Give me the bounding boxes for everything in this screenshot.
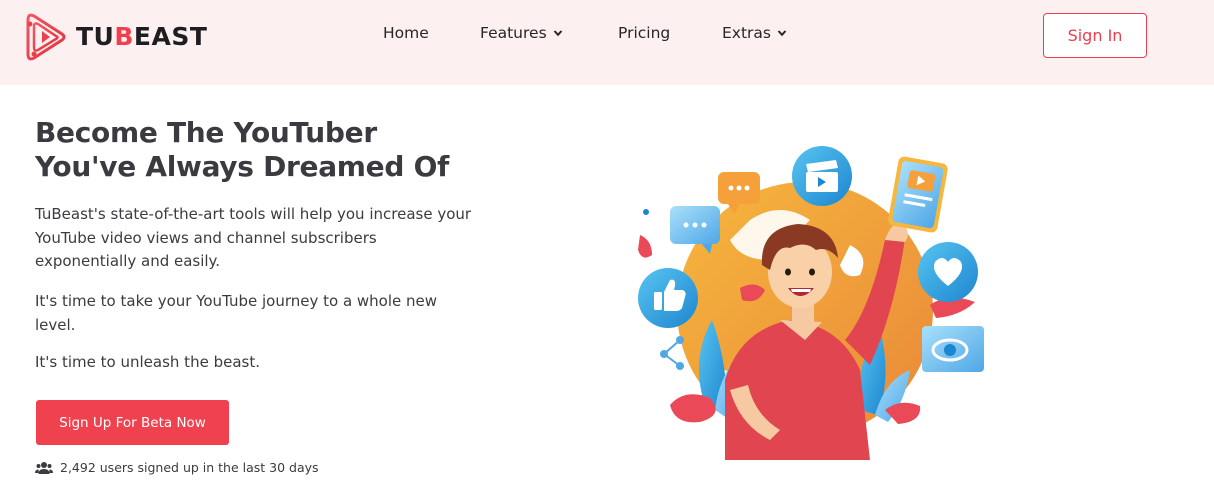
users-icon <box>35 461 53 474</box>
nav-extras[interactable]: Extras <box>722 24 787 42</box>
nav-home-label: Home <box>383 24 429 42</box>
hero-title: Become The YouTuber You've Always Dreame… <box>35 116 505 184</box>
video-clapper-icon <box>792 146 852 206</box>
hero-paragraph-1: TuBeast's state-of-the-art tools will he… <box>35 205 472 270</box>
hero-title-line2: You've Always Dreamed Of <box>35 150 449 183</box>
hero-paragraph-3: It's time to unleash the beast. <box>35 353 260 371</box>
sign-in-button[interactable]: Sign In <box>1043 13 1147 58</box>
site-header: TUBEAST Home Features Pricing Extras Sig… <box>0 0 1214 85</box>
nav-home[interactable]: Home <box>383 24 429 42</box>
logo[interactable]: TUBEAST <box>24 10 207 62</box>
like-icon <box>638 268 698 328</box>
sign-up-beta-button[interactable]: Sign Up For Beta Now <box>36 400 229 445</box>
video-card-icon <box>888 156 948 233</box>
nav-pricing-label: Pricing <box>618 24 671 42</box>
signup-count-text: 2,492 users signed up in the last 30 day… <box>60 460 319 475</box>
eye-icon <box>922 326 984 372</box>
hero-paragraph-2: It's time to take your YouTube journey t… <box>35 292 438 334</box>
hero-title-line1: Become The YouTuber <box>35 116 377 149</box>
chevron-down-icon <box>553 30 562 37</box>
share-icon <box>660 336 684 370</box>
nav-features-label: Features <box>480 24 547 42</box>
hero-illustration <box>638 146 984 460</box>
logo-text: TUBEAST <box>76 21 208 51</box>
nav-extras-label: Extras <box>722 24 771 42</box>
nav-features[interactable]: Features <box>480 24 563 42</box>
heart-icon <box>918 242 978 302</box>
signup-count: 2,492 users signed up in the last 30 day… <box>35 460 319 475</box>
nav-pricing[interactable]: Pricing <box>618 24 670 42</box>
logo-icon <box>26 13 66 61</box>
chevron-down-icon <box>777 30 787 37</box>
